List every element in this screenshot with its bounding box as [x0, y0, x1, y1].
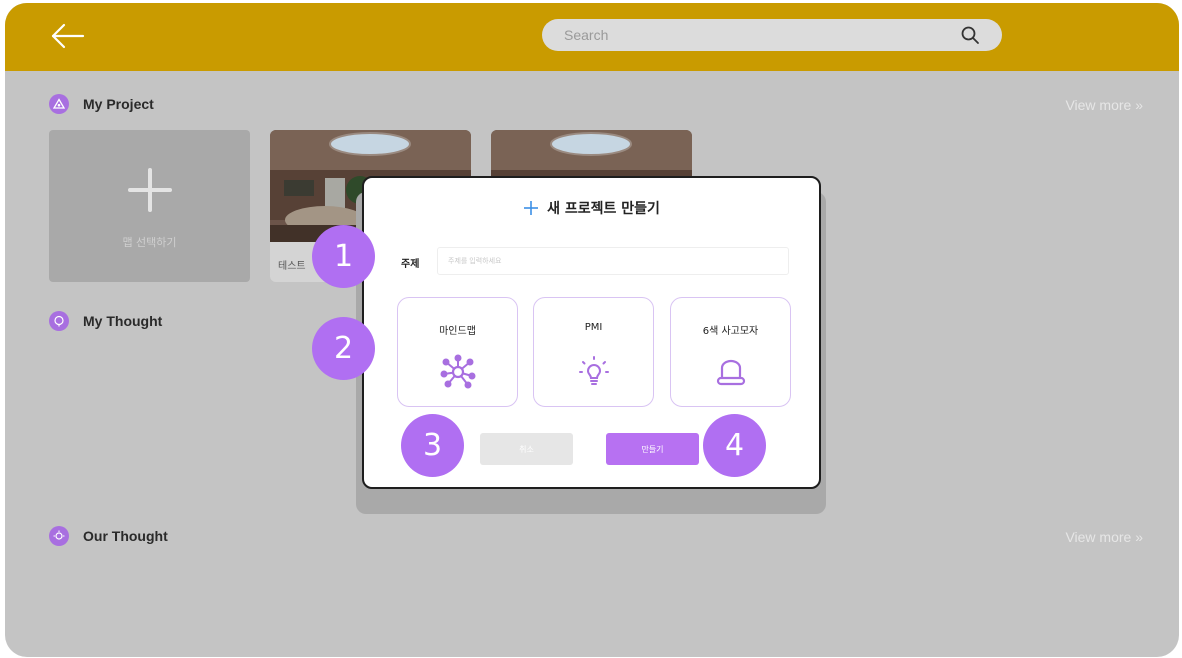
topic-label: 주제 [401, 259, 420, 270]
add-card-label: 맵 선택하기 [122, 236, 177, 249]
search-bar [542, 19, 1002, 51]
step-badge: 1 [312, 225, 375, 288]
app-frame: My Project View more » 맵 선택하기 테스트 [5, 3, 1179, 657]
section-title: My Thought [83, 313, 163, 329]
section-title: Our Thought [83, 528, 168, 544]
view-more-link[interactable]: View more » [1065, 97, 1143, 113]
mindmap-icon [440, 354, 476, 389]
step-badge: 4 [703, 414, 766, 477]
project-icon [49, 94, 69, 114]
tool-card-mindmap[interactable]: 마인드맵 [397, 297, 518, 407]
cancel-button[interactable]: 취소 [480, 433, 573, 465]
step-badge: 3 [401, 414, 464, 477]
hat-icon [716, 359, 746, 386]
top-bar [5, 3, 1179, 71]
section-our-thought: Our Thought [49, 526, 168, 546]
section-title: My Project [83, 96, 154, 112]
search-icon[interactable] [960, 25, 980, 45]
tool-card-pmi[interactable]: PMI [533, 297, 654, 407]
section-my-project: My Project [49, 94, 154, 114]
lightbulb-icon [579, 356, 609, 385]
section-my-thought: My Thought [49, 311, 162, 331]
back-button[interactable] [47, 21, 87, 51]
arrow-left-icon [51, 23, 85, 49]
project-label: 테스트 [278, 261, 306, 272]
tool-label: 마인드맵 [439, 326, 476, 337]
step-badge: 2 [312, 317, 375, 380]
tool-card-six-hats[interactable]: 6색 사고모자 [670, 297, 791, 407]
dialog-title-text: 새 프로젝트 만들기 [547, 201, 660, 217]
thought-icon [49, 311, 69, 331]
dialog-title: 새 프로젝트 만들기 [364, 198, 819, 218]
create-button[interactable]: 만들기 [606, 433, 699, 465]
plus-icon [524, 201, 539, 215]
plus-icon [128, 168, 172, 212]
tool-label: PMI [584, 322, 603, 333]
search-input[interactable] [564, 24, 944, 46]
add-project-card[interactable]: 맵 선택하기 [49, 130, 250, 282]
lightbulb-icon [49, 526, 69, 546]
view-more-link[interactable]: View more » [1065, 529, 1143, 545]
topic-input[interactable] [437, 247, 789, 275]
tool-label: 6색 사고모자 [702, 326, 759, 337]
